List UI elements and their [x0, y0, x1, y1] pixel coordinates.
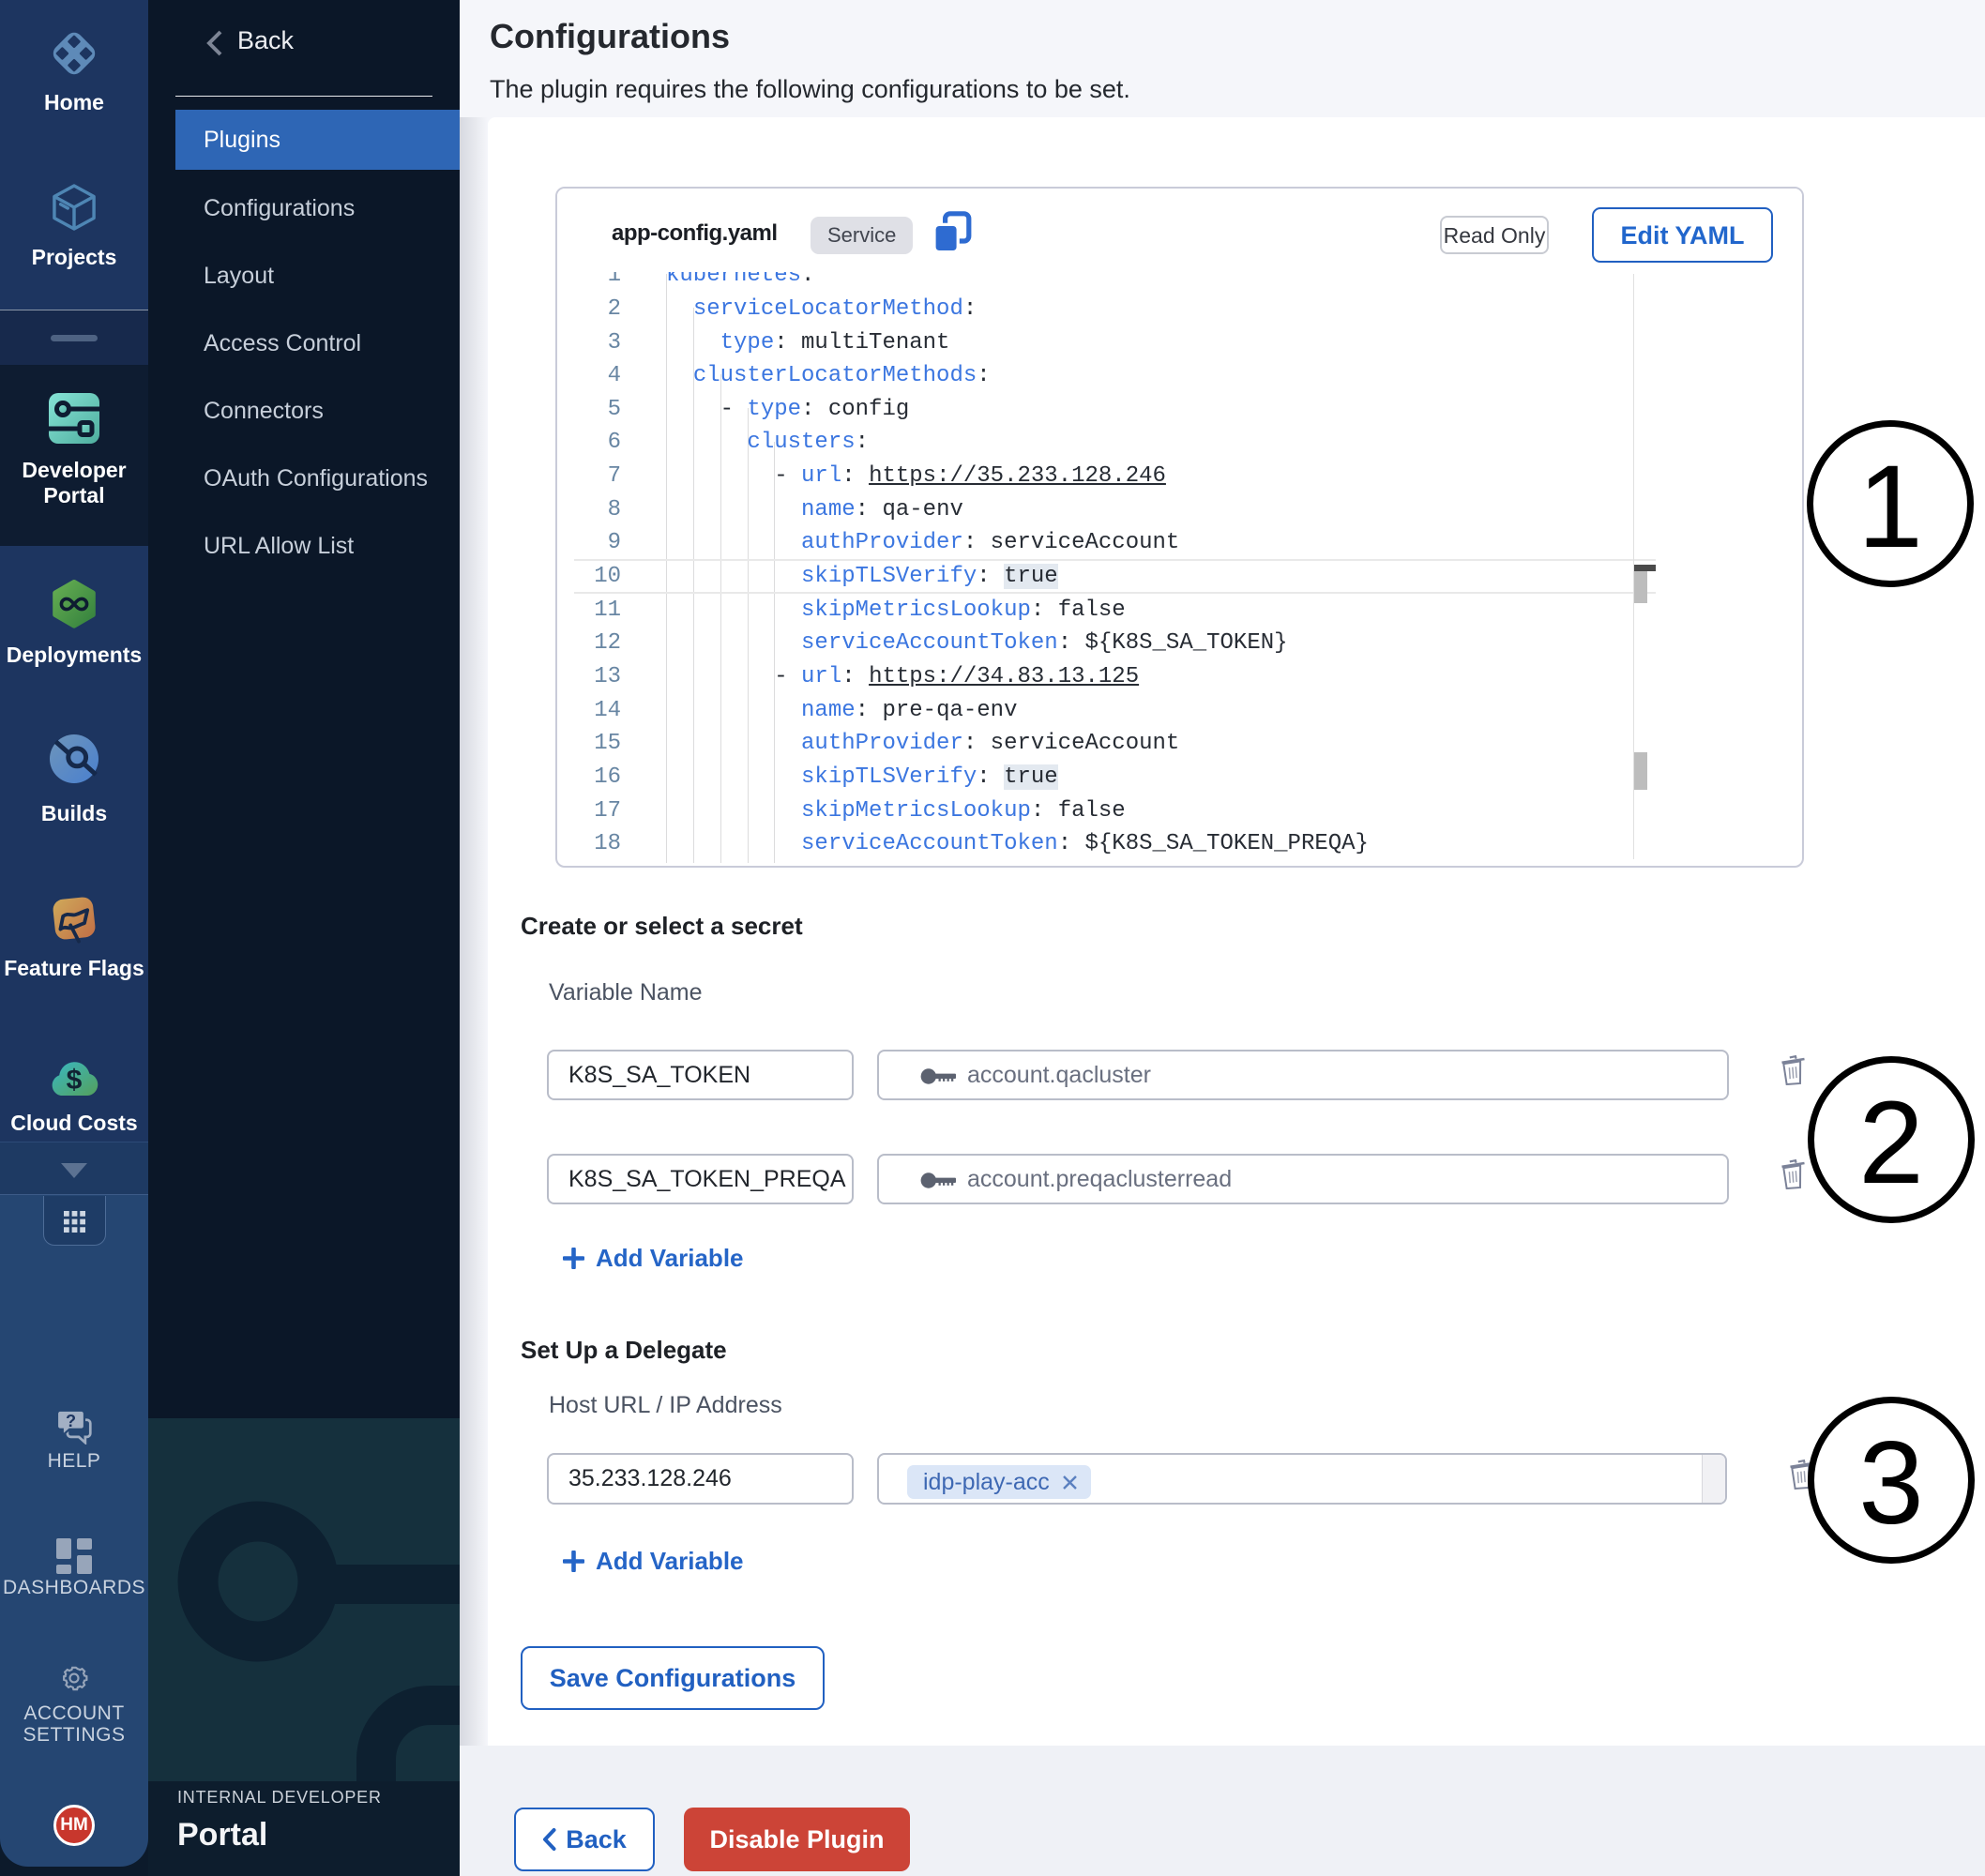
svg-text:?: ? [66, 1412, 76, 1430]
svg-text:$: $ [67, 1065, 83, 1096]
